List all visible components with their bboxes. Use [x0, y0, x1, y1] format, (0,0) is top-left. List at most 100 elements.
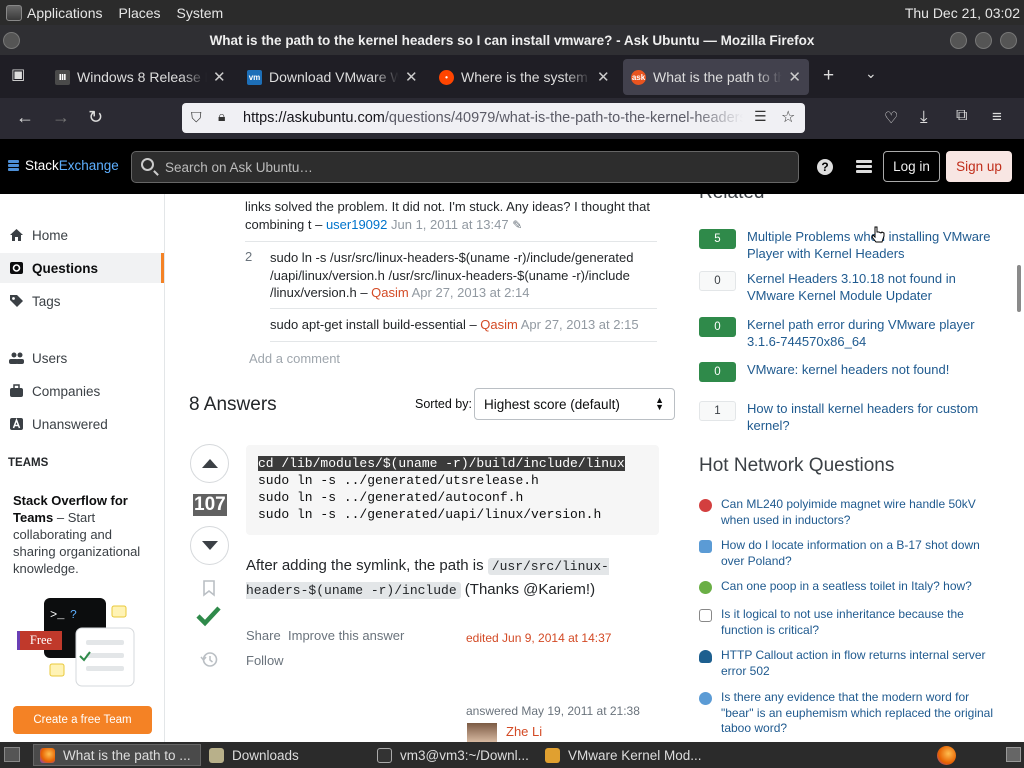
vmware-icon [545, 747, 560, 763]
timeline-icon[interactable] [200, 651, 218, 668]
reddit-icon: • [439, 69, 454, 85]
related-item[interactable]: 0 VMware: kernel headers not found! [699, 361, 999, 382]
url-bar[interactable]: ⛉ 🔒︎ https://askubuntu.com/questions/409… [182, 103, 805, 133]
comment-user-link[interactable]: user19092 [326, 217, 387, 232]
answer-author-link[interactable]: Zhe Li [506, 724, 542, 739]
ubuntu-forum-icon: Ⅲ [55, 69, 70, 85]
hamburger-menu-icon[interactable]: ≡ [992, 107, 1002, 127]
related-item[interactable]: 0 Kernel Headers 3.10.18 not found in VM… [699, 270, 999, 304]
tab-vmware[interactable]: vm Download VMware Workstation ✕ [239, 59, 426, 95]
taskbar-item-downloads[interactable]: Downloads [203, 744, 371, 766]
taskbar-item-firefox[interactable]: What is the path to ... [33, 744, 201, 766]
downloads-icon[interactable]: ⤓ [920, 107, 928, 127]
forward-icon[interactable]: → [52, 107, 70, 128]
maximize-button[interactable] [975, 32, 992, 49]
hnq-item[interactable]: Is there any evidence that the modern wo… [699, 690, 999, 737]
close-tab-icon[interactable]: ✕ [597, 68, 610, 86]
signup-button[interactable]: Sign up [946, 151, 1012, 182]
upvote-button[interactable] [190, 444, 229, 483]
close-tab-icon[interactable]: ✕ [405, 68, 418, 86]
teams-promo: Stack Overflow for Teams – Start collabo… [13, 493, 141, 576]
comment: sudo apt-get install build-essential – Q… [270, 316, 657, 342]
add-comment-link[interactable]: Add a comment [249, 351, 340, 366]
login-button[interactable]: Log in [883, 151, 940, 182]
close-window-button[interactable] [1000, 32, 1017, 49]
tab-windows8[interactable]: Ⅲ Windows 8 Release Preview ✕ [47, 59, 234, 95]
comment-user-link[interactable]: Qasim [480, 317, 518, 332]
new-tab-icon[interactable]: + [823, 65, 834, 87]
sidebar-item-tags[interactable]: Tags [0, 286, 164, 316]
pocket-icon[interactable]: ♡ [884, 108, 898, 128]
share-link[interactable]: Share [246, 628, 281, 643]
stackexchange-logo[interactable]: StackExchange [8, 158, 119, 173]
lock-icon[interactable]: 🔒︎ [218, 108, 225, 125]
hnq-item[interactable]: HTTP Callout action in flow returns inte… [699, 648, 999, 679]
tab-bar: ▣ Ⅲ Windows 8 Release Preview ✕ vm Downl… [0, 55, 1024, 98]
related-item[interactable]: 0 Kernel path error during VMware player… [699, 316, 999, 350]
vote-count: 107 [193, 494, 227, 516]
window-titlebar[interactable]: What is the path to the kernel headers s… [0, 25, 1024, 55]
sidebar-item-home[interactable]: Home [0, 220, 164, 250]
close-tab-icon[interactable]: ✕ [213, 68, 226, 86]
hot-network-heading: Hot Network Questions [699, 455, 895, 476]
list-tabs-icon[interactable]: ⌄ [865, 65, 877, 82]
page-scrollbar[interactable] [1017, 265, 1021, 312]
related-item[interactable]: 5 Multiple Problems when installing VMwa… [699, 228, 999, 262]
close-tab-icon[interactable]: ✕ [788, 68, 801, 86]
reload-icon[interactable]: ↻ [88, 107, 103, 128]
edited-timestamp[interactable]: edited Jun 9, 2014 at 14:37 [466, 631, 611, 645]
help-icon[interactable]: ? [817, 159, 833, 175]
avatar[interactable] [467, 723, 497, 742]
sidebar-item-companies[interactable]: Companies [0, 376, 164, 406]
answer-code-block[interactable]: cd /lib/modules/$(uname -r)/build/includ… [246, 445, 659, 535]
comment-user-link[interactable]: Qasim [371, 285, 409, 300]
places-menu[interactable]: Places [111, 5, 169, 21]
system-menu[interactable]: System [169, 5, 232, 21]
firefox-tray-icon[interactable] [937, 746, 956, 765]
hnq-item[interactable]: Can one poop in a seatless toilet in Ita… [699, 579, 999, 595]
related-score: 0 [699, 271, 736, 291]
firefox-view-icon[interactable]: ▣ [11, 65, 25, 83]
show-desktop-icon[interactable] [4, 747, 20, 762]
top-panel: Applications Places System Thu Dec 21, 0… [0, 0, 1024, 25]
tab-askubuntu[interactable]: ask What is the path to the kernel ✕ [623, 59, 809, 95]
downvote-button[interactable] [190, 526, 229, 565]
tab-reddit[interactable]: • Where is the system setup ✕ [431, 59, 618, 95]
sidebar-item-users[interactable]: Users [0, 343, 164, 373]
applications-icon [6, 4, 22, 21]
edit-pencil-icon[interactable]: ✎ [512, 218, 522, 232]
create-free-team-button[interactable]: Create a free Team [13, 706, 152, 734]
teams-heading: TEAMS [8, 457, 49, 469]
tracking-shield-icon[interactable]: ⛉ [191, 109, 202, 126]
back-icon[interactable]: ← [16, 107, 34, 128]
sort-select[interactable]: Highest score (default) ▲ ▼ [474, 388, 675, 420]
hnq-item[interactable]: How do I locate information on a B-17 sh… [699, 538, 999, 569]
url-text[interactable]: https://askubuntu.com/questions/40979/wh… [243, 110, 743, 126]
hnq-item[interactable]: Can ML240 polyimide magnet wire handle 5… [699, 497, 999, 528]
extensions-icon[interactable]: ⧉ [956, 107, 967, 125]
clock[interactable]: Thu Dec 21, 03:02 [905, 5, 1024, 21]
bookmark-star-icon[interactable]: ☆ [781, 107, 795, 127]
minimize-button[interactable] [950, 32, 967, 49]
taskbar-item-vmware[interactable]: VMware Kernel Mod... [539, 744, 707, 766]
related-score: 5 [699, 229, 736, 249]
answer-body: After adding the symlink, the path is /u… [246, 557, 609, 599]
taskbar-item-terminal[interactable]: vm3@vm3:~/Downl... [371, 744, 539, 766]
applications-menu[interactable]: Applications [0, 4, 111, 21]
sidebar-item-unanswered[interactable]: Unanswered [0, 409, 164, 439]
site-switcher-icon[interactable] [856, 160, 872, 174]
sidebar-item-questions[interactable]: Questions [0, 253, 164, 283]
improve-answer-link[interactable]: Improve this answer [288, 628, 404, 643]
hnq-item[interactable]: Is it logical to not use inheritance bec… [699, 607, 999, 638]
related-score: 1 [699, 401, 736, 421]
users-icon [9, 352, 24, 364]
workspace-switcher-icon[interactable] [1006, 747, 1021, 762]
related-item[interactable]: 1 How to install kernel headers for cust… [699, 400, 999, 434]
follow-link[interactable]: Follow [246, 653, 284, 668]
window-menu-button[interactable] [3, 32, 20, 49]
reader-view-icon[interactable]: ☰ [754, 108, 767, 125]
main-content: links solved the problem. It did not. I'… [165, 194, 680, 742]
mouse-cursor-icon [871, 226, 885, 243]
bookmark-icon[interactable] [202, 580, 216, 597]
site-search-input[interactable]: Search on Ask Ubuntu… [131, 151, 799, 183]
